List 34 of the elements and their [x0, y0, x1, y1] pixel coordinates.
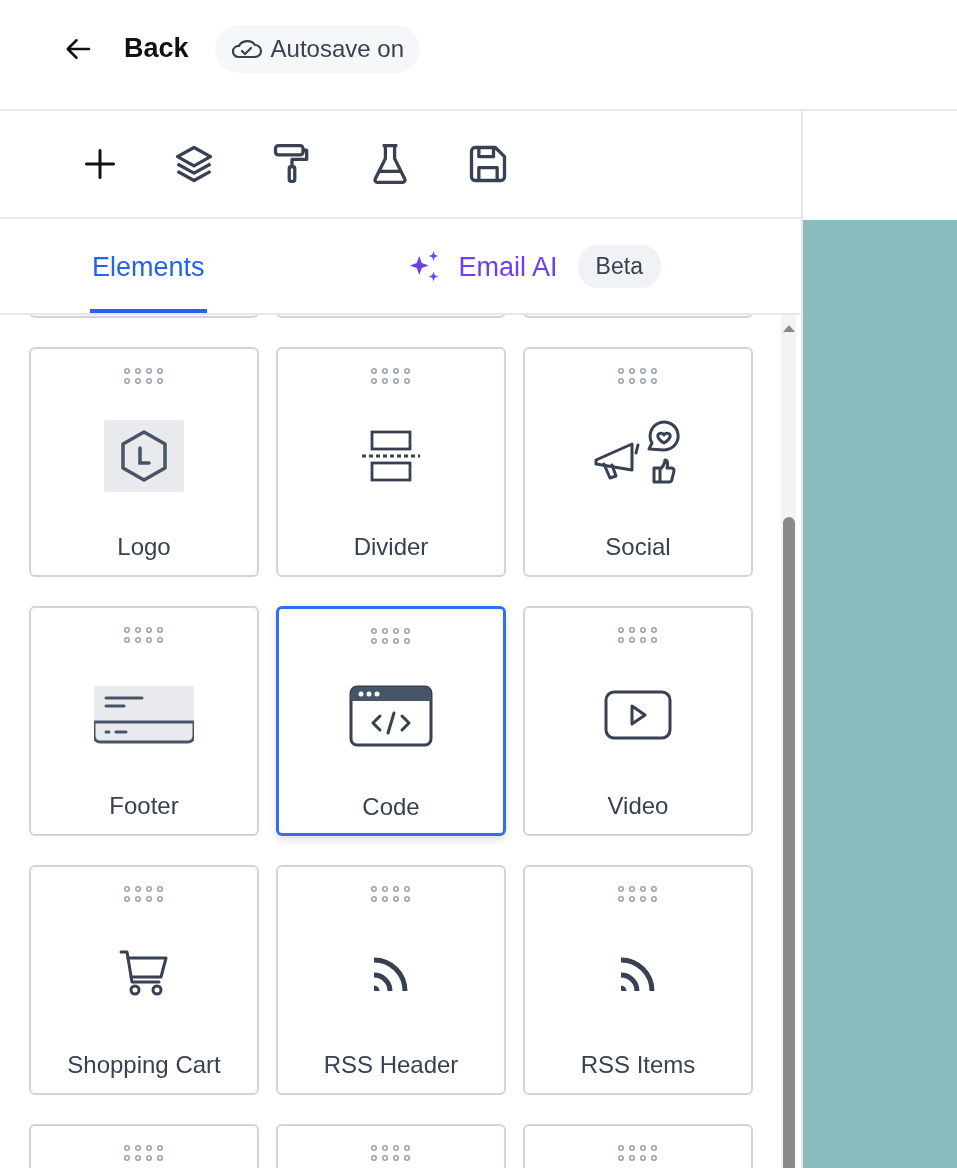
- drag-handle-icon[interactable]: [370, 885, 412, 903]
- code-window-icon: [349, 685, 433, 747]
- element-card[interactable]: RSS Header: [276, 865, 506, 1095]
- beta-badge: Beta: [577, 244, 661, 288]
- element-card[interactable]: Video: [523, 606, 753, 836]
- element-card[interactable]: Logo: [29, 347, 259, 577]
- drag-handle-icon[interactable]: [370, 627, 412, 645]
- element-card[interactable]: Code: [276, 606, 506, 836]
- drag-handle-icon[interactable]: [123, 626, 165, 644]
- element-card[interactable]: Shopping Cart: [29, 865, 259, 1095]
- video-icon: [604, 690, 672, 740]
- element-card[interactable]: Divider: [276, 347, 506, 577]
- drag-handle-icon[interactable]: [370, 1144, 412, 1162]
- element-card[interactable]: RSS Items: [523, 865, 753, 1095]
- scroll-up-icon[interactable]: [781, 323, 796, 333]
- drag-handle-icon[interactable]: [123, 885, 165, 903]
- autosave-label: Autosave on: [270, 34, 404, 63]
- element-card[interactable]: Social: [523, 347, 753, 577]
- scrollbar-thumb[interactable]: [782, 517, 795, 1168]
- divider-icon: [361, 430, 421, 482]
- drag-handle-icon[interactable]: [123, 367, 165, 385]
- drag-handle-icon[interactable]: [617, 885, 659, 903]
- drag-handle-icon[interactable]: [370, 367, 412, 385]
- element-card[interactable]: Footer: [29, 606, 259, 836]
- back-button[interactable]: Back: [64, 33, 189, 64]
- drag-handle-icon[interactable]: [617, 1144, 659, 1162]
- drag-handle-icon[interactable]: [617, 626, 659, 644]
- drag-handle-icon[interactable]: [617, 367, 659, 385]
- add-icon[interactable]: [82, 146, 118, 182]
- scrollbar[interactable]: [781, 315, 796, 1168]
- tab[interactable]: Email AI: [402, 219, 560, 313]
- logo-icon: [104, 420, 184, 492]
- drag-handle-icon[interactable]: [123, 1144, 165, 1162]
- footer-icon: [94, 686, 194, 744]
